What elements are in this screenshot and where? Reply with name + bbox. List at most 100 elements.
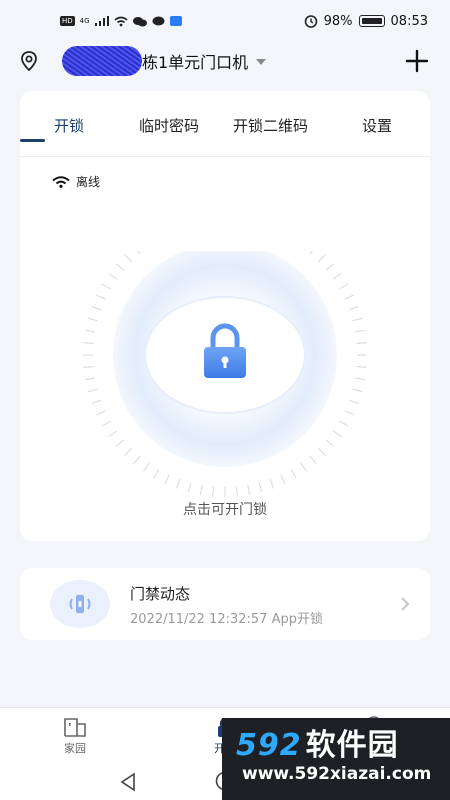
qq-icon	[169, 16, 182, 26]
dial-tick	[136, 251, 141, 255]
dial-tick	[85, 329, 96, 333]
redacted-address	[62, 46, 142, 76]
dial-tick	[133, 455, 141, 465]
tab-unlock[interactable]: 开锁	[54, 115, 84, 136]
dial-tick	[115, 439, 125, 447]
active-tab-indicator	[20, 139, 45, 142]
dial-tick	[153, 469, 160, 479]
dial-tick	[332, 430, 342, 437]
dial-tick	[124, 447, 133, 456]
dial-tick	[96, 410, 106, 416]
signal-icon	[94, 16, 109, 26]
chevron-right-icon[interactable]	[400, 596, 410, 612]
dial-tick	[280, 474, 286, 484]
dial-tick	[354, 329, 365, 333]
dial-tick	[344, 410, 354, 416]
dial-tick	[212, 486, 215, 497]
nav-item-home[interactable]: 家园	[45, 716, 105, 756]
dial-tick	[101, 420, 111, 427]
wechat-icon	[132, 16, 147, 26]
dial-tick	[96, 294, 106, 300]
dial-tick	[348, 399, 359, 405]
dial-tick	[269, 478, 275, 489]
device-status-text: 离线	[76, 175, 101, 189]
dial-tick	[332, 273, 342, 280]
clock: 08:53	[390, 13, 428, 29]
watermark: 592 软件园 www.592xiazai.com	[222, 718, 450, 800]
watermark-logo: 592 软件园	[236, 720, 399, 764]
device-status: 离线	[52, 173, 100, 190]
home-icon	[64, 718, 86, 737]
battery-percent: 98%	[323, 13, 353, 29]
dial-tick	[356, 365, 367, 368]
dial-tick	[115, 263, 125, 271]
door-sensor-icon	[69, 595, 91, 613]
nav-label-home: 家园	[64, 742, 86, 755]
tab-unlock-qrcode[interactable]: 开锁二维码	[233, 115, 308, 136]
dial-tick	[258, 482, 263, 493]
dial-tick	[91, 399, 102, 405]
activity-title: 门禁动态	[130, 585, 191, 603]
message-icon	[152, 16, 165, 25]
dial-tick	[317, 447, 326, 456]
dial-tick	[87, 388, 98, 393]
dial-tick	[352, 317, 363, 322]
battery-icon	[358, 15, 385, 27]
dial-tick	[235, 486, 238, 497]
dial-tick	[175, 478, 181, 489]
dial-tick	[87, 317, 98, 322]
dial-tick	[354, 377, 365, 381]
dial-tick	[83, 365, 94, 368]
dial-tick	[339, 283, 349, 290]
wifi-icon	[52, 175, 70, 188]
dial-tick	[199, 484, 203, 495]
dial-tick	[85, 377, 96, 381]
dial-tick	[317, 254, 326, 263]
access-activity-card[interactable]: 门禁动态 2022/11/22 12:32:57 App开锁	[20, 568, 430, 640]
status-bar: HD 4G 98% 08:53	[0, 0, 450, 42]
unlock-hint: 点击可开门锁	[183, 502, 267, 518]
dial-tick	[339, 420, 349, 427]
tab-settings[interactable]: 设置	[362, 115, 392, 136]
chevron-down-icon[interactable]	[256, 59, 267, 65]
wifi-icon	[114, 16, 128, 26]
location-pin-icon[interactable]	[18, 50, 40, 72]
dial-tick	[344, 294, 354, 300]
dial-tick	[91, 305, 102, 311]
dial-tick	[309, 455, 317, 465]
dial-tick	[83, 342, 94, 345]
dial-tick	[247, 484, 251, 495]
activity-icon-bg	[50, 580, 110, 628]
watermark-logo-num: 592	[236, 728, 302, 763]
watermark-logo-text: 软件园	[305, 728, 399, 763]
dial-tick	[325, 263, 335, 271]
unlock-card: 开锁 临时密码 开锁二维码 设置 离线 点击可开门锁	[20, 91, 430, 541]
dial-tick	[101, 283, 111, 290]
hd-badge: HD	[60, 16, 75, 26]
network-type: 4G	[79, 17, 90, 25]
dial-tick	[143, 462, 150, 472]
watermark-url: www.592xiazai.com	[242, 764, 432, 784]
status-right: 98% 08:53	[304, 14, 428, 29]
header: 栋1单元门口机	[0, 42, 450, 80]
dial-tick	[300, 462, 307, 472]
dial-tick	[108, 430, 118, 437]
alarm-icon	[304, 15, 317, 28]
status-left: HD 4G	[60, 16, 182, 27]
device-name[interactable]: 栋1单元门口机	[142, 49, 248, 73]
dial-tick	[108, 273, 118, 280]
dial-tick	[290, 469, 297, 479]
dial-tick	[352, 388, 363, 393]
back-icon[interactable]	[118, 771, 138, 793]
tab-temp-password[interactable]: 临时密码	[139, 115, 199, 136]
dial-tick	[124, 254, 133, 263]
dial-tick	[356, 342, 367, 345]
activity-detail: 2022/11/22 12:32:57 App开锁	[130, 612, 323, 627]
dial-tick	[325, 439, 335, 447]
dial-tick	[187, 482, 192, 493]
dial-tick	[348, 305, 359, 311]
tab-bar: 开锁 临时密码 开锁二维码 设置	[20, 91, 430, 157]
dial-tick	[164, 474, 170, 484]
dial-tick	[309, 251, 314, 255]
add-button[interactable]	[404, 48, 430, 74]
